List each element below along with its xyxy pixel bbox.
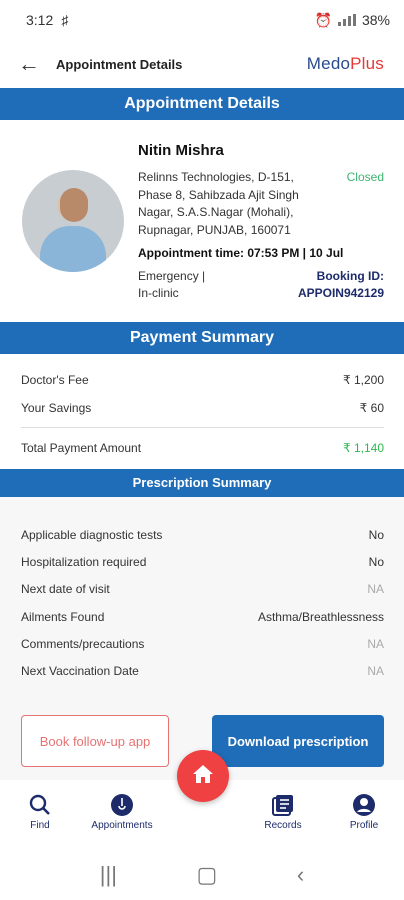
app-header: ← Appointment Details MedoPlus bbox=[0, 40, 404, 88]
payment-summary: Doctor's Fee ₹ 1,200 Your Savings ₹ 60 Tot… bbox=[0, 354, 404, 469]
battery-level: 38% bbox=[361, 12, 390, 28]
home-icon bbox=[191, 762, 215, 791]
status-time: 3:12 bbox=[26, 12, 54, 28]
nav-find[interactable]: Find bbox=[0, 790, 80, 831]
appointment-details-banner: Appointment Details bbox=[0, 88, 404, 120]
back-arrow-icon[interactable]: ← bbox=[18, 51, 42, 77]
signal-icon bbox=[337, 14, 356, 26]
prescription-row: Hospitalization required No bbox=[21, 555, 384, 569]
doctor-name: Nitin Mishra bbox=[138, 142, 224, 159]
nav-records-label: Records bbox=[264, 820, 302, 831]
brand-logo: MedoPlus bbox=[306, 54, 384, 73]
doctor-address: Relinns Technologies, D-151, Phase 8, Sa… bbox=[138, 170, 299, 237]
status-bar: 3:12 ♯ ⏰ 38% bbox=[0, 0, 404, 40]
download-prescription-button[interactable]: Download prescription bbox=[212, 715, 384, 767]
prescription-summary: Applicable diagnostic tests No Hospitaliz… bbox=[0, 497, 404, 690]
booking-id: Booking ID: APPOIN942129 bbox=[297, 269, 384, 300]
stethoscope-icon bbox=[82, 790, 162, 820]
system-nav-bar: ||| ▢ ‹ bbox=[0, 850, 404, 900]
payment-total-row: Total Payment Amount ₹ 1,140 bbox=[21, 441, 384, 455]
prescription-row: Next Vaccination Date NA bbox=[21, 664, 384, 678]
nav-profile-label: Profile bbox=[349, 820, 379, 831]
appointment-type: Emergency | In-clinic bbox=[138, 269, 206, 300]
notification-icon: ♯ bbox=[61, 12, 69, 28]
status-badge: Closed bbox=[346, 170, 384, 184]
records-icon bbox=[243, 790, 323, 820]
nav-find-label: Find bbox=[30, 820, 50, 831]
appointment-time: Appointment time: 07:53 PM | 10 Jul bbox=[138, 246, 344, 260]
home-system-icon[interactable]: ▢ bbox=[197, 862, 218, 888]
profile-icon bbox=[324, 790, 404, 820]
home-button[interactable] bbox=[177, 750, 229, 802]
doctor-avatar bbox=[22, 170, 124, 272]
prescription-summary-banner: Prescription Summary bbox=[0, 469, 404, 497]
prescription-row: Applicable diagnostic tests No bbox=[21, 528, 384, 542]
back-system-icon[interactable]: ‹ bbox=[297, 862, 304, 888]
payment-summary-banner: Payment Summary bbox=[0, 322, 404, 354]
nav-profile[interactable]: Profile bbox=[324, 790, 404, 831]
page-title: Appointment Details bbox=[56, 56, 183, 72]
payment-row: Doctor's Fee ₹ 1,200 bbox=[21, 373, 384, 387]
nav-records[interactable]: Records bbox=[243, 790, 323, 831]
prescription-row: Comments/precautions NA bbox=[21, 637, 384, 651]
nav-appointments-label: Appointments bbox=[91, 820, 153, 831]
search-icon bbox=[0, 790, 80, 820]
nav-appointments[interactable]: Appointments bbox=[82, 790, 162, 831]
recent-apps-icon[interactable]: ||| bbox=[100, 862, 117, 888]
prescription-row: Ailments Found Asthma/Breathlessness bbox=[21, 610, 384, 624]
book-follow-up-button[interactable]: Book follow-up app bbox=[21, 715, 169, 767]
prescription-row: Next date of visit NA bbox=[21, 582, 384, 596]
alarm-icon: ⏰ bbox=[314, 11, 332, 28]
payment-row: Your Savings ₹ 60 bbox=[21, 401, 384, 415]
doctor-card: Nitin Mishra Closed Relinns Technologies… bbox=[0, 120, 404, 322]
divider bbox=[21, 427, 384, 428]
